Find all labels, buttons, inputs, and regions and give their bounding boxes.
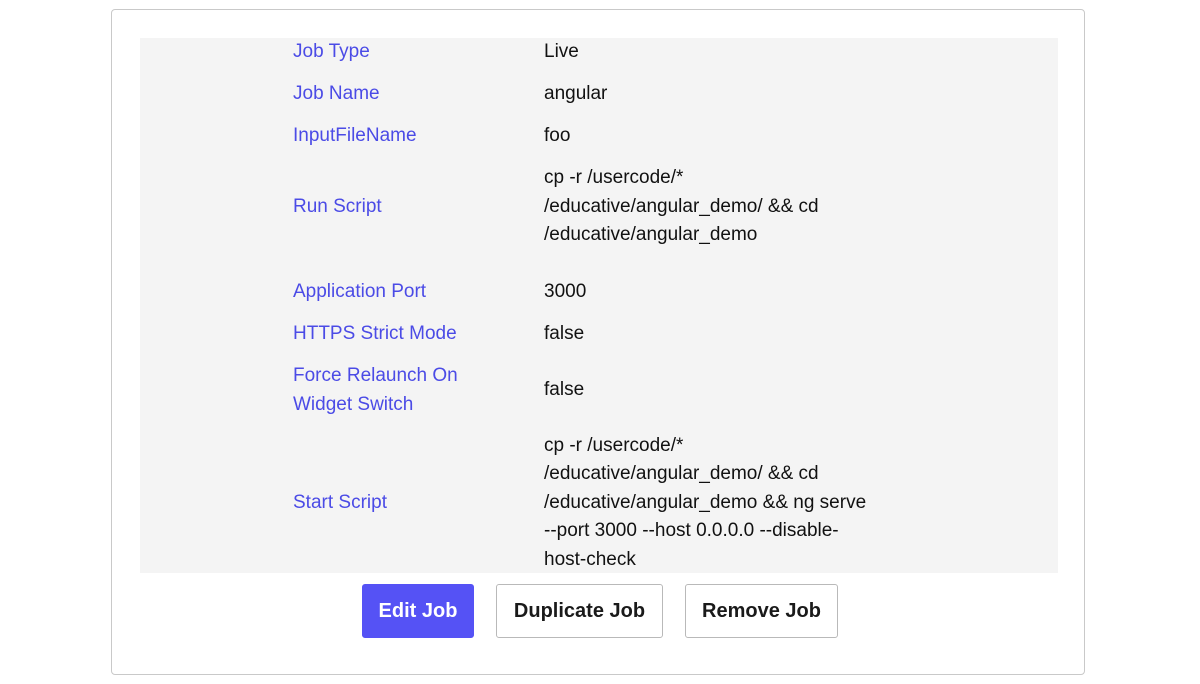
job-actions: Edit Job Duplicate Job Remove Job (362, 584, 838, 638)
detail-value: false (544, 379, 585, 401)
detail-label: Run Script (293, 195, 382, 217)
detail-value: cp -r /usercode/* /educative/angular_dem… (544, 434, 867, 570)
detail-row-start-script: Start Script cp -r /usercode/* /educativ… (140, 433, 1058, 573)
detail-label: HTTPS Strict Mode (293, 322, 457, 344)
detail-label: InputFileName (293, 124, 417, 146)
detail-row-job-name: Job Name angular (140, 66, 1058, 122)
detail-row-force-relaunch: Force Relaunch On Widget Switch false (140, 348, 1058, 433)
detail-label: Application Port (293, 280, 427, 302)
duplicate-job-button[interactable]: Duplicate Job (496, 584, 663, 638)
detail-value: Live (544, 40, 579, 62)
detail-label: Force Relaunch On Widget Switch (293, 365, 458, 415)
edit-job-button[interactable]: Edit Job (362, 584, 474, 638)
job-details-table: Job Type Live Job Name angular InputFile… (140, 38, 1058, 573)
detail-label: Start Script (293, 491, 387, 513)
detail-value: angular (544, 82, 608, 104)
detail-value: cp -r /usercode/* /educative/angular_dem… (544, 167, 819, 246)
detail-value: 3000 (544, 280, 587, 302)
detail-row-job-type: Job Type Live (140, 38, 1058, 66)
detail-value: foo (544, 124, 571, 146)
remove-job-button[interactable]: Remove Job (685, 584, 838, 638)
detail-row-application-port: Application Port 3000 (140, 264, 1058, 320)
detail-label: Job Type (293, 40, 370, 62)
detail-row-https-strict-mode: HTTPS Strict Mode false (140, 320, 1058, 348)
detail-row-run-script: Run Script cp -r /usercode/* /educative/… (140, 150, 1058, 264)
detail-value: false (544, 322, 585, 344)
detail-label: Job Name (293, 82, 380, 104)
detail-row-input-file-name: InputFileName foo (140, 122, 1058, 150)
